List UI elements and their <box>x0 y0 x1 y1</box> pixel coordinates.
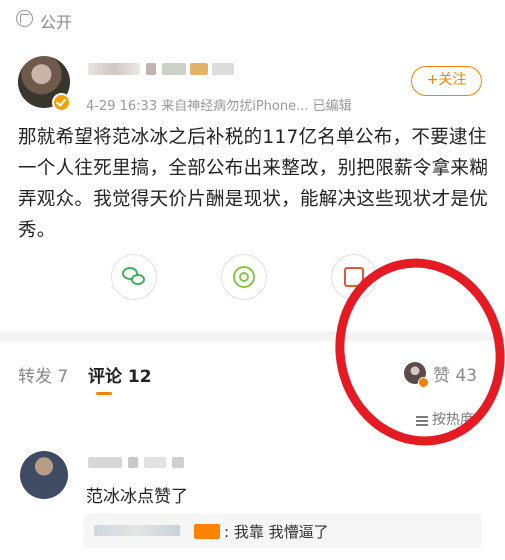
wechat-icon <box>122 267 146 287</box>
author-name-redacted[interactable] <box>88 63 140 75</box>
moments-icon <box>233 266 255 288</box>
commenter-name-redacted-4 <box>172 457 184 468</box>
author-name-redacted-2 <box>146 63 156 75</box>
comment-text: 范冰冰点赞了 <box>86 487 188 507</box>
author-tag-icon <box>194 524 220 539</box>
tab-comments[interactable]: 评论 12 <box>88 362 152 387</box>
tab-repost[interactable]: 转发 7 <box>18 362 68 387</box>
visibility-label: 公开 <box>40 13 73 32</box>
author-name-redacted-3 <box>162 63 186 75</box>
commenter-avatar[interactable] <box>20 451 68 499</box>
commenter-name-redacted[interactable] <box>88 457 122 468</box>
reply-text: : 我靠 我懵逼了 <box>224 523 329 541</box>
visibility-bar: 公开 <box>0 0 505 40</box>
commenter-name-redacted-3 <box>144 457 166 468</box>
author-name-redacted-5 <box>212 63 234 75</box>
share-wechat-button[interactable] <box>111 254 157 300</box>
verified-badge-icon <box>52 93 71 112</box>
post-content: 那就希望将范冰冰之后补税的117亿名单公布，不要逮住一个人往死里搞，全部公布出来… <box>18 127 489 241</box>
share-moments-button[interactable] <box>221 254 267 300</box>
active-tab-indicator <box>96 392 112 395</box>
reply-author-redacted <box>94 525 180 536</box>
author-name-redacted-4 <box>190 63 208 75</box>
post-meta: 4-29 16:33 来自神经病勿扰iPhone... 已编辑 <box>86 99 352 114</box>
follow-button[interactable]: +关注 <box>411 66 482 96</box>
globe-icon <box>16 10 33 27</box>
commenter-name-redacted-2 <box>128 457 138 468</box>
